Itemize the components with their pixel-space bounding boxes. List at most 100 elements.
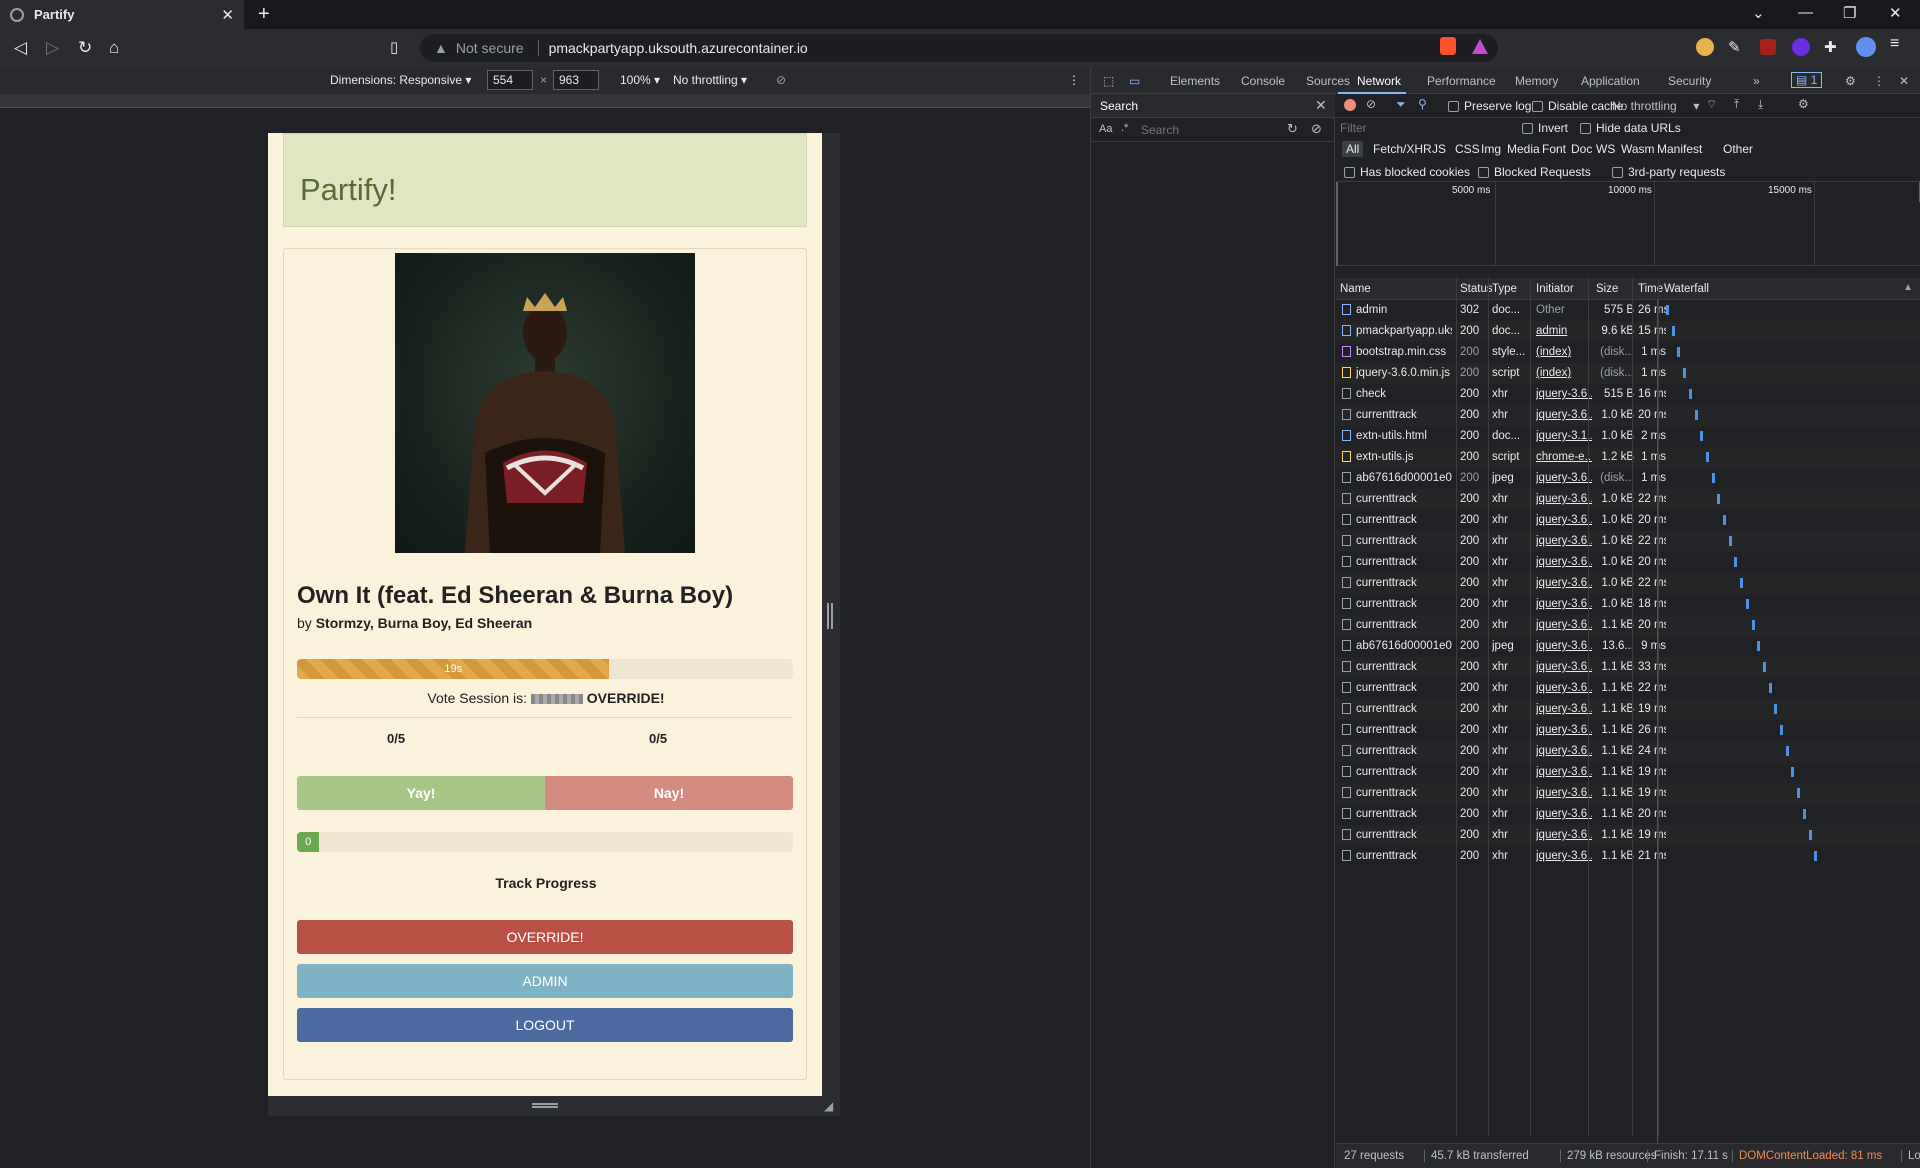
browser-tab[interactable]: Partify ✕ (0, 0, 244, 29)
column-header-time[interactable]: Time (1638, 283, 1663, 295)
resize-handle-bottom[interactable]: ◢ (268, 1096, 840, 1116)
request-row[interactable]: currenttrack 200 xhr jquery-3.6... 1.0 kB 20 … (1336, 552, 1920, 573)
request-initiator[interactable]: jquery-3.6... (1536, 535, 1592, 547)
network-settings-icon[interactable]: ⚙ (1798, 97, 1809, 111)
request-initiator[interactable]: jquery-3.6... (1536, 556, 1592, 568)
request-row[interactable]: bootstrap.min.css 200 style... (index) (disk… (1336, 342, 1920, 363)
clear-icon[interactable]: ⊘ (1366, 97, 1376, 111)
type-filter-ws[interactable]: WS (1592, 141, 1619, 157)
request-row[interactable]: currenttrack 200 xhr jquery-3.6... 1.0 kB 20 … (1336, 405, 1920, 426)
type-filter-other[interactable]: Other (1719, 141, 1757, 157)
request-row[interactable]: ab67616d00001e02... 200 jpeg jquery-3.6... (… (1336, 468, 1920, 489)
record-icon[interactable] (1344, 99, 1356, 111)
request-initiator[interactable]: jquery-3.6... (1536, 598, 1592, 610)
request-initiator[interactable]: jquery-3.6... (1536, 388, 1592, 400)
tab-security[interactable]: Security (1668, 74, 1711, 88)
type-filter-fetch-xhr[interactable]: Fetch/XHR (1369, 141, 1436, 157)
inspect-icon[interactable]: ⬚ (1103, 74, 1114, 88)
request-initiator[interactable]: jquery-3.6... (1536, 829, 1592, 841)
filter-input[interactable] (1340, 119, 1500, 137)
settings-icon[interactable]: ⚙ (1845, 74, 1856, 88)
throttling-select[interactable]: No throttling ▾ (673, 73, 747, 87)
request-row[interactable]: currenttrack 200 xhr jquery-3.6... 1.1 kB 19 … (1336, 762, 1920, 783)
logout-button[interactable]: LOGOUT (297, 1008, 793, 1042)
request-initiator[interactable]: jquery-3.6... (1536, 724, 1592, 736)
request-initiator[interactable]: jquery-3.6... (1536, 577, 1592, 589)
request-row[interactable]: currenttrack 200 xhr jquery-3.6... 1.1 kB 33 … (1336, 657, 1920, 678)
request-initiator[interactable]: (index) (1536, 367, 1592, 379)
request-row[interactable]: currenttrack 200 xhr jquery-3.6... 1.0 kB 22 … (1336, 489, 1920, 510)
home-icon[interactable]: ⌂ (109, 38, 119, 58)
request-row[interactable]: ab67616d00001e02... 200 jpeg jquery-3.6... 1… (1336, 636, 1920, 657)
request-initiator[interactable]: jquery-3.1... (1536, 430, 1592, 442)
dimensions-select[interactable]: Dimensions: Responsive ▾ (330, 73, 471, 87)
width-input[interactable]: 554 (487, 70, 533, 90)
column-header-size[interactable]: Size (1596, 283, 1618, 295)
request-row[interactable]: check 200 xhr jquery-3.6... 515 B 16 ms (1336, 384, 1920, 405)
blocked-requests-checkbox[interactable]: Blocked Requests (1478, 165, 1591, 179)
device-more-icon[interactable]: ⋮ (1068, 73, 1080, 87)
request-initiator[interactable]: jquery-3.6... (1536, 640, 1592, 652)
new-tab-icon[interactable]: + (258, 3, 270, 26)
more-tabs-icon[interactable]: » (1753, 74, 1760, 88)
request-row[interactable]: currenttrack 200 xhr jquery-3.6... 1.0 kB 18 … (1336, 594, 1920, 615)
filter-icon[interactable]: ⏷ (1396, 97, 1406, 112)
request-row[interactable]: currenttrack 200 xhr jquery-3.6... 1.1 kB 20 … (1336, 804, 1920, 825)
hide-data-urls-checkbox[interactable]: Hide data URLs (1580, 121, 1681, 135)
request-row[interactable]: currenttrack 200 xhr jquery-3.6... 1.0 kB 22 … (1336, 573, 1920, 594)
tab-network[interactable]: Network (1357, 74, 1401, 88)
close-tab-icon[interactable]: ✕ (221, 6, 234, 24)
device-toggle-icon[interactable]: ▭ (1129, 74, 1140, 88)
devtools-more-icon[interactable]: ⋮ (1873, 74, 1885, 88)
request-row[interactable]: extn-utils.js 200 script chrome-e... 1.2 kB 1… (1336, 447, 1920, 468)
restore-icon[interactable]: ❐ (1843, 4, 1856, 22)
close-search-icon[interactable]: ✕ (1315, 97, 1327, 114)
request-row[interactable]: currenttrack 200 xhr jquery-3.6... 1.1 kB 19 … (1336, 699, 1920, 720)
tab-elements[interactable]: Elements (1170, 74, 1220, 88)
search-input[interactable] (1137, 120, 1277, 139)
request-row[interactable]: currenttrack 200 xhr jquery-3.6... 1.1 kB 22 … (1336, 678, 1920, 699)
network-throttling-select[interactable]: No throttling ▾ (1612, 99, 1699, 113)
request-initiator[interactable]: chrome-e... (1536, 451, 1592, 463)
reload-icon[interactable]: ↻ (78, 38, 92, 58)
forward-icon[interactable]: ▷ (46, 38, 59, 58)
request-row[interactable]: jquery-3.6.0.min.js 200 script (index) (disk… (1336, 363, 1920, 384)
close-devtools-icon[interactable]: ✕ (1899, 74, 1909, 88)
request-initiator[interactable]: (index) (1536, 346, 1592, 358)
yay-button[interactable]: Yay! (297, 776, 545, 810)
bookmark-icon[interactable]: ▯ (390, 38, 398, 56)
type-filter-manifest[interactable]: Manifest (1653, 141, 1706, 157)
close-window-icon[interactable]: ✕ (1889, 4, 1902, 22)
request-initiator[interactable]: Other (1536, 304, 1592, 316)
request-initiator[interactable]: jquery-3.6... (1536, 745, 1592, 757)
refresh-search-icon[interactable]: ↻ (1287, 121, 1298, 137)
request-row[interactable]: admin 302 doc... Other 575 B 26 ms (1336, 300, 1920, 321)
type-filter-all[interactable]: All (1342, 141, 1364, 157)
request-initiator[interactable]: jquery-3.6... (1536, 766, 1592, 778)
column-header-initiator[interactable]: Initiator (1536, 283, 1574, 295)
brave-rewards-icon[interactable] (1472, 39, 1488, 54)
overview-timeline[interactable]: 5000 ms 10000 ms 15000 ms (1336, 182, 1920, 266)
third-party-checkbox[interactable]: 3rd-party requests (1612, 165, 1725, 179)
nay-button[interactable]: Nay! (545, 776, 793, 810)
tab-sources[interactable]: Sources (1306, 74, 1350, 88)
resize-handle-right[interactable] (827, 603, 833, 629)
request-row[interactable]: currenttrack 200 xhr jquery-3.6... 1.1 kB 24 … (1336, 741, 1920, 762)
tab-performance[interactable]: Performance (1427, 74, 1496, 88)
tab-search-icon[interactable]: ⌄ (1752, 4, 1765, 22)
request-initiator[interactable]: jquery-3.6... (1536, 493, 1592, 505)
import-har-icon[interactable]: ⤒ (1734, 97, 1739, 112)
menu-icon[interactable]: ≡ (1890, 35, 1908, 53)
request-row[interactable]: currenttrack 200 xhr jquery-3.6... 1.1 kB 19 … (1336, 783, 1920, 804)
tab-console[interactable]: Console (1241, 74, 1285, 88)
admin-button[interactable]: ADMIN (297, 964, 793, 998)
sort-arrow-icon[interactable]: ▲ (1903, 282, 1913, 293)
extension-emoji-icon[interactable] (1696, 38, 1714, 56)
override-button[interactable]: OVERRIDE! (297, 920, 793, 954)
column-header-type[interactable]: Type (1492, 283, 1517, 295)
export-har-icon[interactable]: ⤓ (1758, 97, 1763, 112)
type-filter-img[interactable]: Img (1477, 141, 1505, 157)
request-row[interactable]: currenttrack 200 xhr jquery-3.6... 1.1 kB 21 … (1336, 846, 1920, 867)
request-row[interactable]: currenttrack 200 xhr jquery-3.6... 1.1 kB 19 … (1336, 825, 1920, 846)
request-initiator[interactable]: jquery-3.6... (1536, 808, 1592, 820)
